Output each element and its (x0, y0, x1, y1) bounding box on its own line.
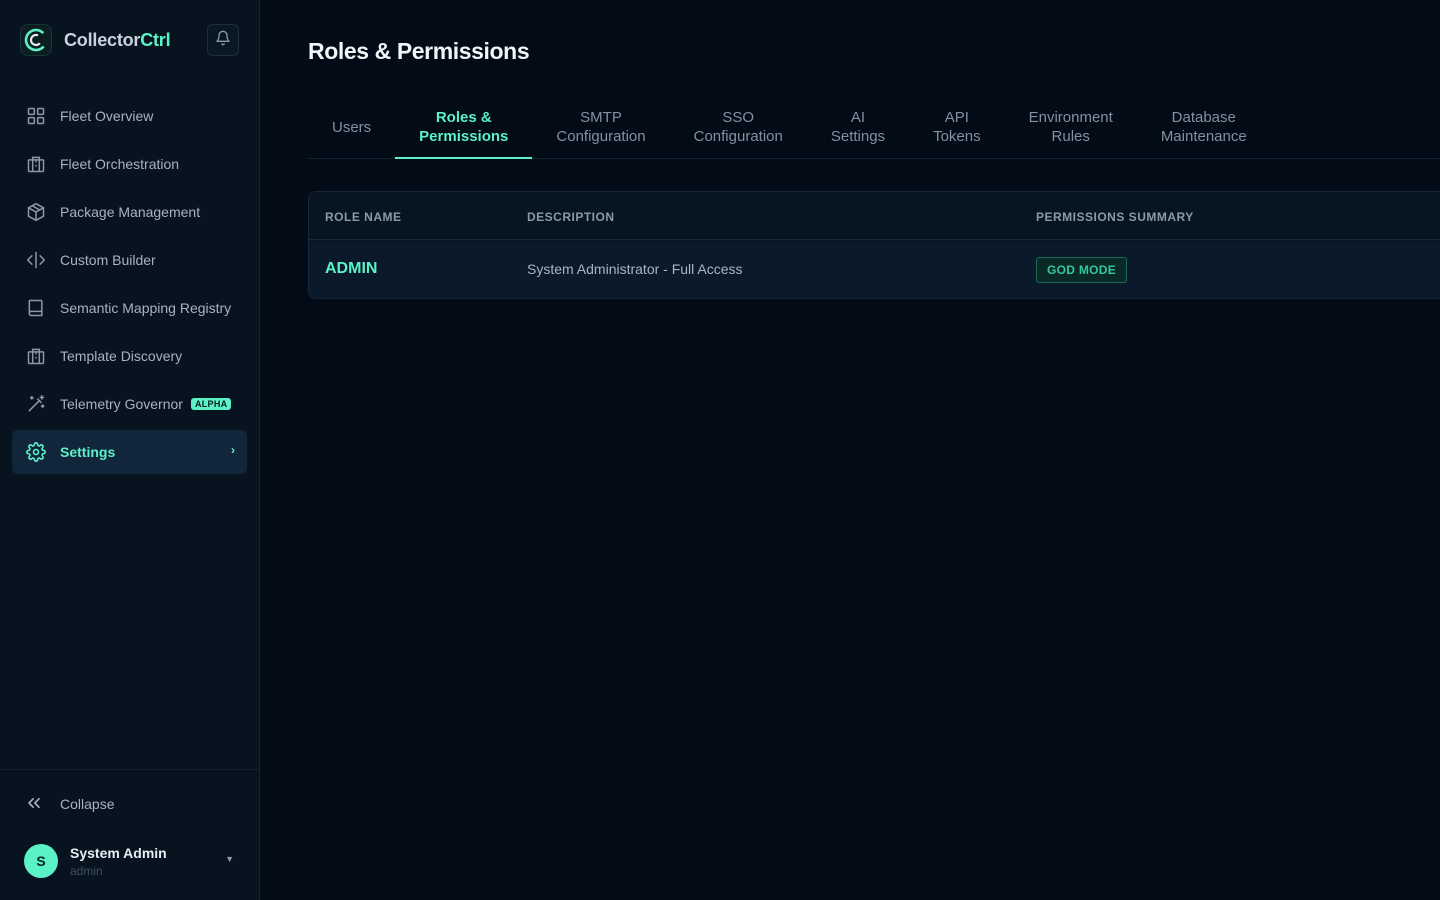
avatar: S (24, 844, 58, 878)
settings-tabs: Users Roles & Permissions SMTP Configura… (308, 96, 1440, 159)
sidebar-item-label: Semantic Mapping Registry (60, 300, 232, 316)
sidebar-item-settings[interactable]: Settings › (12, 430, 247, 474)
user-role: admin (70, 864, 103, 878)
brand-name-part2: Ctrl (140, 29, 171, 50)
tab-roles-permissions[interactable]: Roles & Permissions (395, 96, 533, 159)
package-icon (25, 201, 47, 223)
bell-icon (215, 30, 231, 51)
user-name: System Admin (70, 845, 167, 861)
collectorctrl-logo-icon (20, 24, 52, 56)
collapse-button[interactable]: Collapse (24, 792, 114, 816)
tab-ai-settings[interactable]: AI Settings (807, 96, 909, 158)
permissions-summary-badge: GOD MODE (1036, 257, 1128, 283)
tab-users[interactable]: Users (308, 96, 395, 158)
description-cell: System Administrator - Full Access (527, 261, 743, 277)
brand-name: CollectorCtrl (64, 29, 171, 51)
chevrons-left-icon (24, 793, 44, 816)
sidebar-item-label: Fleet Orchestration (60, 156, 180, 172)
table-header: ROLE NAME DESCRIPTION PERMISSIONS SUMMAR… (309, 192, 1440, 240)
user-menu[interactable]: S System Admin admin ▼ (24, 844, 244, 880)
sidebar-item-label: Template Discovery (60, 348, 183, 364)
main-content: Roles & Permissions Users Roles & Permis… (260, 0, 1440, 900)
tab-api-tokens[interactable]: API Tokens (909, 96, 1005, 158)
table-row[interactable]: ADMIN System Administrator - Full Access… (309, 241, 1440, 298)
gear-icon (25, 441, 47, 463)
building-icon (25, 345, 47, 367)
column-header-permissions-summary[interactable]: PERMISSIONS SUMMARY (1036, 210, 1194, 224)
sidebar: CollectorCtrl Fleet Overview Fleet Orche… (0, 0, 260, 900)
sidebar-item-custom-builder[interactable]: Custom Builder (12, 238, 247, 282)
roles-table: ROLE NAME DESCRIPTION PERMISSIONS SUMMAR… (308, 191, 1440, 299)
code-icon (25, 249, 47, 271)
sidebar-item-fleet-orchestration[interactable]: Fleet Orchestration (12, 142, 247, 186)
tab-sso-configuration[interactable]: SSO Configuration (670, 96, 807, 158)
sidebar-item-label: Package Management (60, 204, 201, 220)
sidebar-item-label: Custom Builder (60, 252, 156, 268)
collapse-label: Collapse (60, 796, 115, 812)
sidebar-item-template-discovery[interactable]: Template Discovery (12, 334, 247, 378)
tab-database-maintenance[interactable]: Database Maintenance (1137, 96, 1271, 158)
sidebar-item-label: Telemetry Governor (60, 396, 183, 412)
tab-smtp-configuration[interactable]: SMTP Configuration (532, 96, 669, 158)
sidebar-footer: Collapse S System Admin admin ▼ (0, 769, 259, 900)
sidebar-item-package-management[interactable]: Package Management (12, 190, 247, 234)
notifications-button[interactable] (207, 24, 239, 56)
brand[interactable]: CollectorCtrl (20, 24, 171, 56)
sidebar-nav: Fleet Overview Fleet Orchestration Packa… (12, 94, 247, 478)
wand-icon (25, 393, 47, 415)
building-icon (25, 153, 47, 175)
column-header-role-name[interactable]: ROLE NAME (325, 210, 402, 224)
book-icon (25, 297, 47, 319)
tab-environment-rules[interactable]: Environment Rules (1005, 96, 1137, 158)
sidebar-item-semantic-mapping-registry[interactable]: Semantic Mapping Registry (12, 286, 247, 330)
sidebar-item-label: Fleet Overview (60, 108, 154, 124)
app-root: CollectorCtrl Fleet Overview Fleet Orche… (0, 0, 1440, 900)
caret-down-icon: ▼ (225, 854, 234, 864)
role-name-cell[interactable]: ADMIN (325, 260, 377, 278)
chevron-right-icon: › (231, 443, 235, 457)
column-header-description[interactable]: DESCRIPTION (527, 210, 615, 224)
page-title: Roles & Permissions (308, 38, 530, 64)
brand-name-part1: Collector (64, 29, 141, 50)
sidebar-item-label: Settings (60, 444, 116, 460)
sidebar-item-fleet-overview[interactable]: Fleet Overview (12, 94, 247, 138)
grid-icon (25, 105, 47, 127)
sidebar-item-telemetry-governor[interactable]: Telemetry Governor ALPHA (12, 382, 247, 426)
alpha-badge: ALPHA (190, 398, 232, 410)
